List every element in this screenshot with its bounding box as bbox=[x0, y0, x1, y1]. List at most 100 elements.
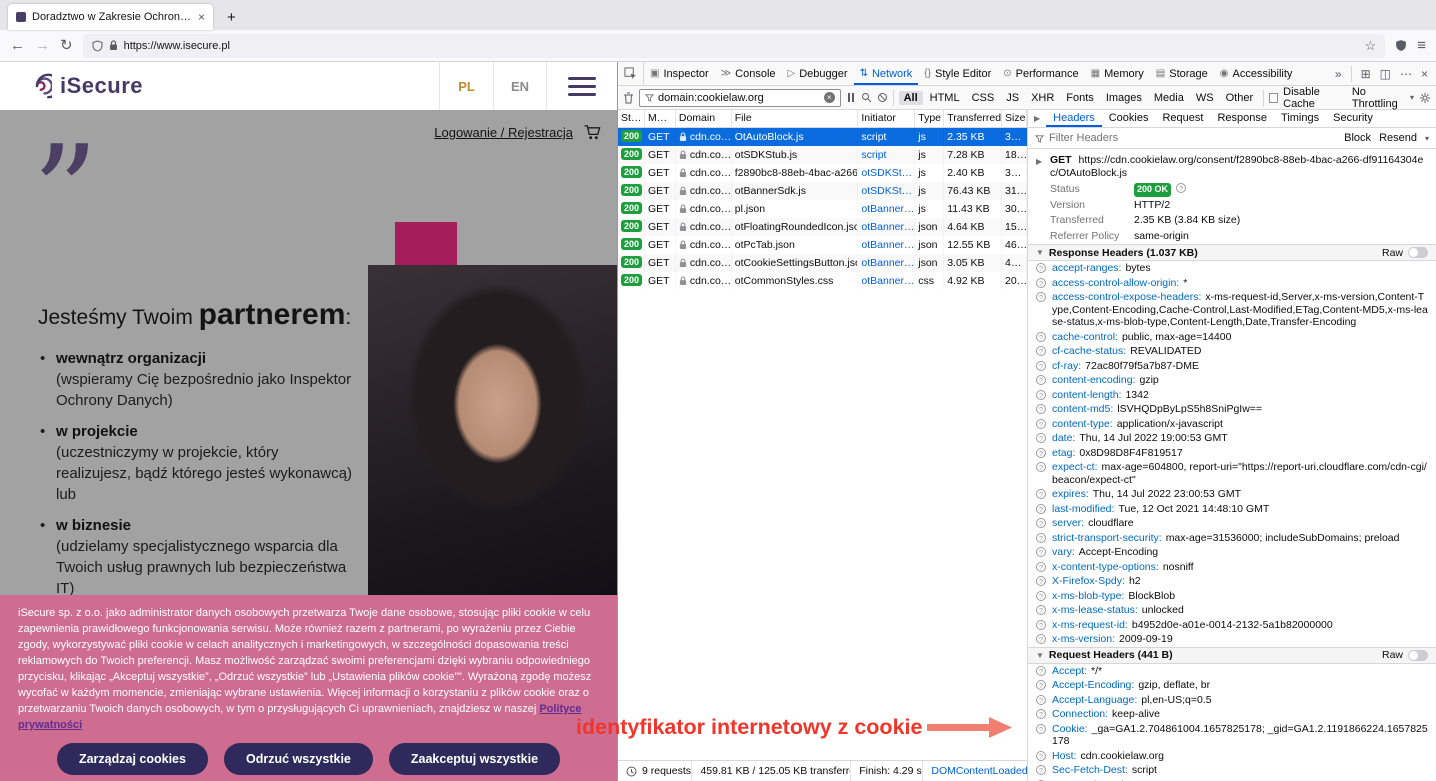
help-icon[interactable] bbox=[1036, 278, 1046, 288]
type-filter-js[interactable]: JS bbox=[1001, 91, 1024, 105]
column-header[interactable]: Type bbox=[915, 110, 944, 127]
help-icon[interactable] bbox=[1036, 533, 1046, 543]
forward-button[interactable]: → bbox=[35, 38, 50, 53]
request-row[interactable]: 200GETcdn.co…f2890bc8-88eb-4bac-a266-df9… bbox=[618, 164, 1027, 182]
devtools-tab-console[interactable]: ≫Console bbox=[715, 62, 782, 85]
lang-pl-button[interactable]: PL bbox=[439, 62, 493, 110]
pause-icon[interactable] bbox=[846, 93, 856, 102]
request-row[interactable]: 200GETcdn.co…otBannerSdk.jsotSDKSt…js76.… bbox=[618, 182, 1027, 200]
request-row[interactable]: 200GETcdn.co…otCookieSettingsButton.json… bbox=[618, 254, 1027, 272]
help-icon[interactable] bbox=[1036, 591, 1046, 601]
close-devtools-icon[interactable]: × bbox=[1421, 67, 1428, 81]
detail-panel-icon[interactable]: ▶ bbox=[1028, 114, 1046, 123]
help-icon[interactable] bbox=[1036, 462, 1046, 472]
type-filter-other[interactable]: Other bbox=[1221, 91, 1259, 105]
devtools-tab-accessibility[interactable]: ◉Accessibility bbox=[1214, 62, 1299, 85]
help-icon[interactable] bbox=[1036, 724, 1046, 734]
request-row[interactable]: 200GETcdn.co…otCommonStyles.cssotBanner…… bbox=[618, 272, 1027, 290]
help-icon[interactable] bbox=[1176, 183, 1186, 193]
site-logo[interactable]: iSecure bbox=[22, 72, 143, 100]
app-menu-button[interactable]: ≡ bbox=[1417, 38, 1426, 53]
devtools-tab-memory[interactable]: ▦Memory bbox=[1085, 62, 1150, 85]
help-icon[interactable] bbox=[1036, 332, 1046, 342]
resend-button[interactable]: Resend bbox=[1379, 132, 1417, 144]
help-icon[interactable] bbox=[1036, 419, 1046, 429]
help-icon[interactable] bbox=[1036, 361, 1046, 371]
detail-tab-response[interactable]: Response bbox=[1210, 110, 1274, 127]
help-icon[interactable] bbox=[1036, 547, 1046, 557]
help-icon[interactable] bbox=[1036, 751, 1046, 761]
help-icon[interactable] bbox=[1036, 709, 1046, 719]
responsive-design-icon[interactable]: ⊞ bbox=[1361, 67, 1371, 81]
browser-tab[interactable]: Doradztwo w Zakresie Ochrony Dany × bbox=[8, 4, 213, 30]
request-headers-section[interactable]: ▼ Request Headers (441 B) Raw bbox=[1028, 647, 1436, 664]
help-icon[interactable] bbox=[1036, 433, 1046, 443]
type-filter-html[interactable]: HTML bbox=[925, 91, 965, 105]
filter-urls-input[interactable]: domain:cookielaw.org bbox=[639, 89, 841, 107]
help-icon[interactable] bbox=[1036, 504, 1046, 514]
help-icon[interactable] bbox=[1036, 390, 1046, 400]
detail-tab-security[interactable]: Security bbox=[1326, 110, 1380, 127]
column-header[interactable]: Domain bbox=[676, 110, 732, 127]
filter-headers-input[interactable]: Filter Headers bbox=[1049, 132, 1339, 144]
extensions-shield-icon[interactable] bbox=[1395, 39, 1407, 52]
clear-filter-icon[interactable] bbox=[824, 92, 835, 103]
column-header[interactable]: Transferred bbox=[944, 110, 1002, 127]
request-row[interactable]: 200GETcdn.co…pl.jsonotBanner…js11.43 KB3… bbox=[618, 200, 1027, 218]
request-row[interactable]: 200GETcdn.co…otPcTab.jsonotBanner…json12… bbox=[618, 236, 1027, 254]
help-icon[interactable] bbox=[1036, 605, 1046, 615]
devtools-tab-network[interactable]: ⇅Network bbox=[854, 62, 919, 85]
detail-tab-timings[interactable]: Timings bbox=[1274, 110, 1326, 127]
type-filter-fonts[interactable]: Fonts bbox=[1061, 91, 1099, 105]
help-icon[interactable] bbox=[1036, 765, 1046, 775]
devtools-menu-icon[interactable]: ⋯ bbox=[1400, 67, 1412, 81]
back-button[interactable]: ← bbox=[10, 38, 25, 53]
more-tabs-icon[interactable]: » bbox=[1335, 67, 1342, 81]
help-icon[interactable] bbox=[1036, 489, 1046, 499]
response-headers-section[interactable]: ▼ Response Headers (1.037 KB) Raw bbox=[1028, 244, 1436, 261]
column-header[interactable]: Initiator bbox=[858, 110, 915, 127]
tab-close-icon[interactable]: × bbox=[198, 10, 205, 24]
column-header[interactable]: File bbox=[732, 110, 859, 127]
request-row[interactable]: 200GETcdn.co…otSDKStub.jsscriptjs7.28 KB… bbox=[618, 146, 1027, 164]
type-filter-all[interactable]: All bbox=[899, 91, 923, 105]
help-icon[interactable] bbox=[1036, 666, 1046, 676]
help-icon[interactable] bbox=[1036, 576, 1046, 586]
block-icon[interactable] bbox=[877, 92, 888, 103]
help-icon[interactable] bbox=[1036, 620, 1046, 630]
throttling-dropdown[interactable]: No Throttling ▾ bbox=[1352, 86, 1414, 110]
clear-requests-icon[interactable] bbox=[623, 92, 634, 104]
split-console-icon[interactable]: ◫ bbox=[1380, 67, 1391, 81]
reload-button[interactable]: ↻ bbox=[60, 38, 73, 53]
request-row[interactable]: 200GETcdn.co…OtAutoBlock.jsscriptjs2.35 … bbox=[618, 128, 1027, 146]
request-row[interactable]: 200GETcdn.co…otFloatingRoundedIcon.jsono… bbox=[618, 218, 1027, 236]
help-icon[interactable] bbox=[1036, 448, 1046, 458]
cart-icon[interactable] bbox=[583, 124, 603, 141]
lock-icon[interactable] bbox=[109, 40, 118, 51]
column-header[interactable]: St… bbox=[618, 110, 645, 127]
help-icon[interactable] bbox=[1036, 263, 1046, 273]
search-icon[interactable] bbox=[861, 92, 872, 103]
devtools-tab-debugger[interactable]: ▷Debugger bbox=[782, 62, 854, 85]
new-tab-button[interactable]: + bbox=[221, 9, 242, 30]
url-bar[interactable]: https://www.isecure.pl ☆ bbox=[83, 34, 1386, 58]
cookie-button[interactable]: Zarządzaj cookies bbox=[57, 743, 208, 775]
headers-content[interactable]: ▶ GET https://cdn.cookielaw.org/consent/… bbox=[1028, 149, 1436, 781]
cookie-button[interactable]: Odrzuć wszystkie bbox=[224, 743, 373, 775]
help-icon[interactable] bbox=[1036, 404, 1046, 414]
type-filter-css[interactable]: CSS bbox=[967, 91, 1000, 105]
lang-en-button[interactable]: EN bbox=[493, 62, 547, 110]
devtools-tab-storage[interactable]: ▤Storage bbox=[1150, 62, 1214, 85]
expand-caret-icon[interactable]: ▶ bbox=[1036, 155, 1042, 168]
bookmark-star-icon[interactable]: ☆ bbox=[1365, 38, 1377, 54]
login-register-link[interactable]: Logowanie / Rejestracja bbox=[434, 125, 573, 140]
type-filter-media[interactable]: Media bbox=[1149, 91, 1189, 105]
help-icon[interactable] bbox=[1036, 292, 1046, 302]
type-filter-ws[interactable]: WS bbox=[1191, 91, 1219, 105]
devtools-tab-performance[interactable]: ⊙Performance bbox=[997, 62, 1084, 85]
domcontentloaded-time[interactable]: DOMContentLoaded: bbox=[923, 761, 1027, 781]
cookie-button[interactable]: Zaakceptuj wszystkie bbox=[389, 743, 560, 775]
request-url-row[interactable]: ▶ GET https://cdn.cookielaw.org/consent/… bbox=[1028, 149, 1436, 182]
site-menu-toggle[interactable] bbox=[547, 62, 617, 110]
help-icon[interactable] bbox=[1036, 562, 1046, 572]
